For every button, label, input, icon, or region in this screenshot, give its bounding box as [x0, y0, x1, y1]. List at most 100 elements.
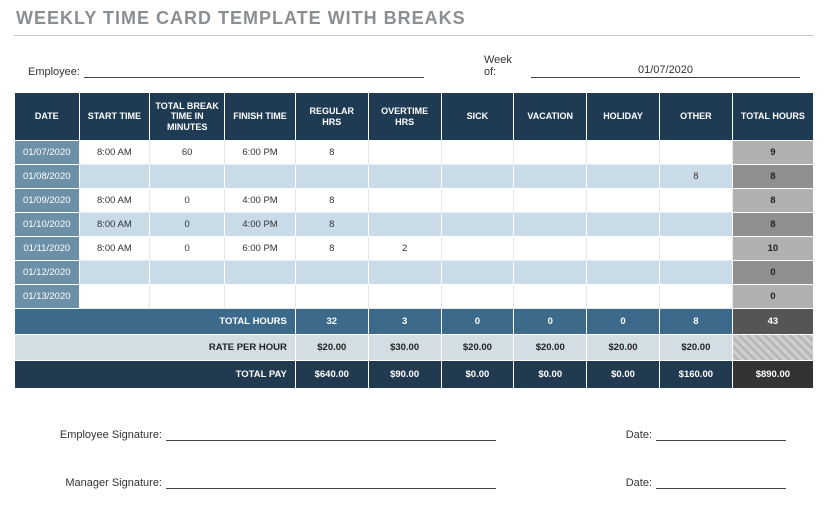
cell-regular[interactable]: 8: [295, 237, 368, 261]
cell-regular[interactable]: 8: [295, 213, 368, 237]
cell-holiday[interactable]: [587, 213, 660, 237]
cell-start[interactable]: [79, 261, 150, 285]
cell-other[interactable]: [659, 285, 732, 309]
cell-sick[interactable]: [441, 213, 514, 237]
cell-other[interactable]: [659, 261, 732, 285]
cell-start[interactable]: [79, 165, 150, 189]
cell-break[interactable]: 0: [150, 237, 225, 261]
cell-holiday[interactable]: [587, 141, 660, 165]
cell-regular[interactable]: 8: [295, 189, 368, 213]
col-other: OTHER: [659, 93, 732, 141]
weekof-field[interactable]: 01/07/2020: [531, 64, 800, 78]
cell-regular[interactable]: [295, 261, 368, 285]
cell-regular[interactable]: [295, 165, 368, 189]
rate-sick[interactable]: $20.00: [441, 335, 514, 361]
cell-start[interactable]: 8:00 AM: [79, 213, 150, 237]
rate-blank: [732, 335, 813, 361]
cell-break[interactable]: [150, 165, 225, 189]
rate-overtime[interactable]: $30.00: [368, 335, 441, 361]
rate-holiday[interactable]: $20.00: [587, 335, 660, 361]
cell-other[interactable]: [659, 189, 732, 213]
cell-holiday[interactable]: [587, 189, 660, 213]
cell-regular[interactable]: 8: [295, 141, 368, 165]
employee-date-field[interactable]: [656, 427, 786, 441]
cell-holiday[interactable]: [587, 285, 660, 309]
cell-break[interactable]: [150, 261, 225, 285]
cell-other[interactable]: 8: [659, 165, 732, 189]
date-cell: 01/12/2020: [15, 261, 80, 285]
cell-sick[interactable]: [441, 285, 514, 309]
cell-finish[interactable]: 4:00 PM: [225, 189, 296, 213]
cell-overtime[interactable]: [368, 189, 441, 213]
cell-overtime[interactable]: [368, 165, 441, 189]
cell-total: 8: [732, 165, 813, 189]
rate-regular[interactable]: $20.00: [295, 335, 368, 361]
cell-holiday[interactable]: [587, 261, 660, 285]
cell-break[interactable]: [150, 285, 225, 309]
cell-vacation[interactable]: [514, 261, 587, 285]
summary-rate-row: RATE PER HOUR $20.00 $30.00 $20.00 $20.0…: [15, 335, 814, 361]
cell-vacation[interactable]: [514, 213, 587, 237]
cell-finish[interactable]: 4:00 PM: [225, 213, 296, 237]
cell-vacation[interactable]: [514, 189, 587, 213]
col-vacation: VACATION: [514, 93, 587, 141]
cell-holiday[interactable]: [587, 165, 660, 189]
table-row: 01/12/20200: [15, 261, 814, 285]
cell-vacation[interactable]: [514, 165, 587, 189]
cell-finish[interactable]: 6:00 PM: [225, 237, 296, 261]
cell-finish[interactable]: [225, 285, 296, 309]
employee-signature-field[interactable]: [166, 427, 496, 441]
cell-sick[interactable]: [441, 165, 514, 189]
cell-sick[interactable]: [441, 189, 514, 213]
summary-pay-row: TOTAL PAY $640.00 $90.00 $0.00 $0.00 $0.…: [15, 361, 814, 389]
sum-grand: 43: [732, 309, 813, 335]
cell-other[interactable]: [659, 213, 732, 237]
cell-finish[interactable]: [225, 261, 296, 285]
rate-other[interactable]: $20.00: [659, 335, 732, 361]
col-sick: SICK: [441, 93, 514, 141]
cell-overtime[interactable]: [368, 261, 441, 285]
cell-vacation[interactable]: [514, 237, 587, 261]
cell-finish[interactable]: [225, 165, 296, 189]
manager-date-field[interactable]: [656, 475, 786, 489]
cell-break[interactable]: 0: [150, 189, 225, 213]
cell-sick[interactable]: [441, 237, 514, 261]
rate-label: RATE PER HOUR: [15, 335, 296, 361]
cell-overtime[interactable]: [368, 285, 441, 309]
cell-overtime[interactable]: [368, 213, 441, 237]
employee-field[interactable]: [84, 64, 424, 78]
cell-holiday[interactable]: [587, 237, 660, 261]
manager-signature-field[interactable]: [166, 475, 496, 489]
col-start: START TIME: [79, 93, 150, 141]
cell-overtime[interactable]: 2: [368, 237, 441, 261]
cell-start[interactable]: [79, 285, 150, 309]
pay-vacation: $0.00: [514, 361, 587, 389]
cell-sick[interactable]: [441, 141, 514, 165]
employee-signature-label: Employee Signature:: [46, 429, 166, 441]
cell-start[interactable]: 8:00 AM: [79, 189, 150, 213]
cell-regular[interactable]: [295, 285, 368, 309]
table-row: 01/10/20208:00 AM04:00 PM88: [15, 213, 814, 237]
cell-vacation[interactable]: [514, 141, 587, 165]
table-row: 01/07/20208:00 AM606:00 PM89: [15, 141, 814, 165]
sum-regular: 32: [295, 309, 368, 335]
cell-start[interactable]: 8:00 AM: [79, 237, 150, 261]
cell-vacation[interactable]: [514, 285, 587, 309]
cell-other[interactable]: [659, 141, 732, 165]
manager-date-label: Date:: [616, 477, 656, 489]
cell-other[interactable]: [659, 237, 732, 261]
cell-sick[interactable]: [441, 261, 514, 285]
summary-hours-row: TOTAL HOURS 32 3 0 0 0 8 43: [15, 309, 814, 335]
cell-break[interactable]: 0: [150, 213, 225, 237]
sum-sick: 0: [441, 309, 514, 335]
col-break: TOTAL BREAK TIME IN MINUTES: [150, 93, 225, 141]
date-cell: 01/09/2020: [15, 189, 80, 213]
pay-sick: $0.00: [441, 361, 514, 389]
rate-vacation[interactable]: $20.00: [514, 335, 587, 361]
table-row: 01/13/20200: [15, 285, 814, 309]
cell-finish[interactable]: 6:00 PM: [225, 141, 296, 165]
cell-start[interactable]: 8:00 AM: [79, 141, 150, 165]
cell-break[interactable]: 60: [150, 141, 225, 165]
manager-signature-row: Manager Signature: Date:: [46, 475, 800, 489]
cell-overtime[interactable]: [368, 141, 441, 165]
